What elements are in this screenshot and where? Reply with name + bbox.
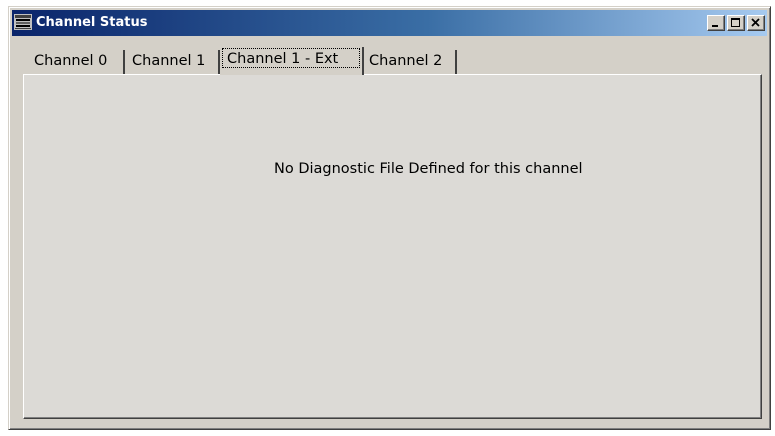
maximize-button[interactable] <box>727 15 745 31</box>
tab-channel-2[interactable]: Channel 2 <box>364 50 457 74</box>
tab-content-panel: No Diagnostic File Defined for this chan… <box>23 74 762 419</box>
minimize-icon <box>712 25 718 27</box>
minimize-button[interactable] <box>707 15 725 31</box>
status-message: No Diagnostic File Defined for this chan… <box>274 161 583 177</box>
tab-label: Channel 0 <box>34 53 108 69</box>
tab-channel-1[interactable]: Channel 1 <box>125 50 220 74</box>
tab-label: Channel 1 - Ext <box>227 51 339 67</box>
tab-focus-rect: Channel 1 - Ext <box>222 48 360 68</box>
channel-status-app-icon[interactable] <box>14 14 32 30</box>
tab-channel-0[interactable]: Channel 0 <box>26 50 125 74</box>
tab-channel-1-ext[interactable]: Channel 1 - Ext <box>220 47 364 75</box>
title-bar[interactable]: Channel Status <box>12 10 767 36</box>
maximize-icon <box>731 18 740 27</box>
tab-label: Channel 2 <box>369 53 443 69</box>
channel-status-window: Channel Status Channel 0 Channel 1 Chann… <box>8 6 771 430</box>
close-icon <box>751 18 760 27</box>
close-button[interactable] <box>747 15 765 31</box>
tab-label: Channel 1 <box>132 53 206 69</box>
window-title: Channel Status <box>36 15 148 30</box>
